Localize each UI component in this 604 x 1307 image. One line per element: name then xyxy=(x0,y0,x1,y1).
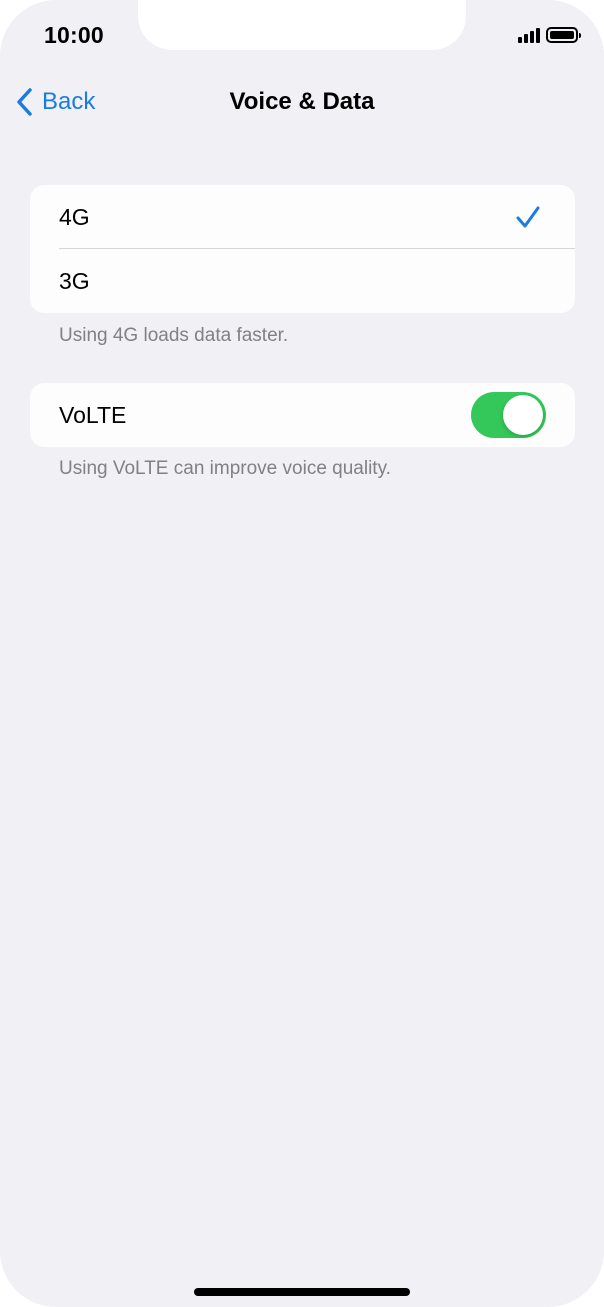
battery-full-icon xyxy=(546,27,581,43)
volte-toggle[interactable] xyxy=(471,392,546,438)
screen: 10:00 Back Voice & Data 4G 3G Using 4G l… xyxy=(0,0,604,1307)
option-label: 3G xyxy=(59,267,90,294)
network-footer-note: Using 4G loads data faster. xyxy=(59,325,289,346)
volte-label: VoLTE xyxy=(59,401,127,428)
page-title: Voice & Data xyxy=(229,88,375,115)
option-4g[interactable]: 4G xyxy=(30,185,575,249)
cellular-signal-icon xyxy=(518,28,540,43)
volte-footer-note: Using VoLTE can improve voice quality. xyxy=(59,458,391,479)
notch xyxy=(138,0,466,50)
status-icons xyxy=(518,27,581,43)
status-time: 10:00 xyxy=(44,22,104,48)
option-label: 4G xyxy=(59,203,90,230)
home-indicator[interactable] xyxy=(194,1288,410,1296)
volte-row: VoLTE xyxy=(30,383,575,447)
network-options-group: 4G 3G xyxy=(30,185,575,313)
checkmark-icon xyxy=(516,206,540,228)
toggle-knob xyxy=(503,395,543,435)
volte-group: VoLTE xyxy=(30,383,575,447)
option-3g[interactable]: 3G xyxy=(30,249,575,313)
